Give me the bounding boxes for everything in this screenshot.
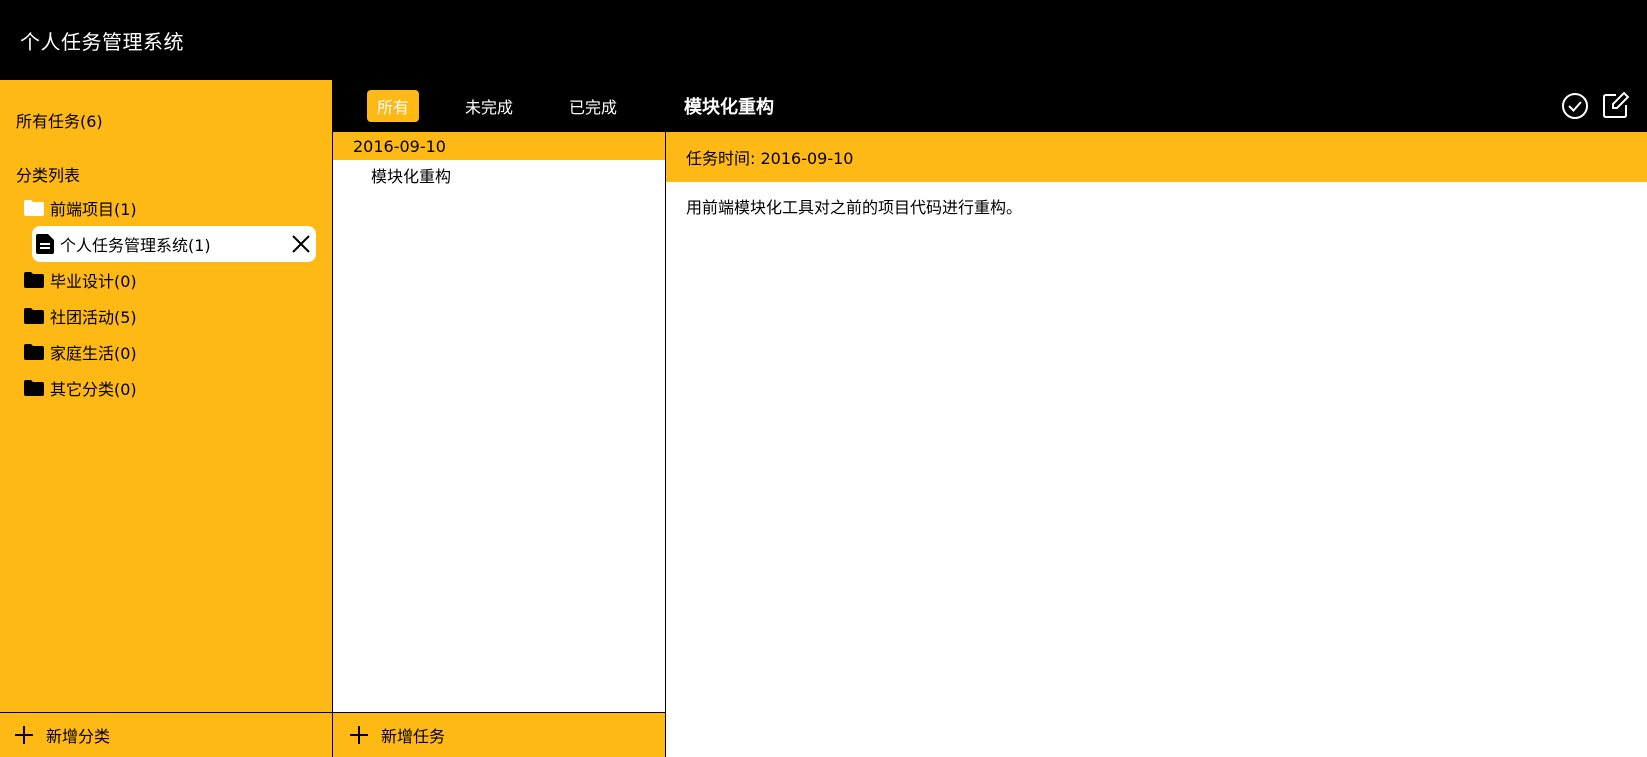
category-heading: 分类列表 <box>16 166 81 185</box>
detail-actions <box>1549 92 1629 120</box>
add-task-button[interactable]: 新增任务 <box>333 712 665 757</box>
category-item-family[interactable]: 家庭生活(0) <box>0 334 332 370</box>
filter-tab-completed[interactable]: 已完成 <box>559 90 627 122</box>
category-item-graduation[interactable]: 毕业设计(0) <box>0 262 332 298</box>
add-category-label: 新增分类 <box>46 727 111 746</box>
edit-icon[interactable] <box>1601 92 1629 120</box>
folder-icon <box>24 344 44 360</box>
category-item-frontend[interactable]: 前端项目(1) <box>0 190 332 226</box>
add-category-button[interactable]: 新增分类 <box>0 712 332 757</box>
filter-bar: 所有 未完成 已完成 <box>333 80 665 132</box>
category-sidebar: 所有任务(6) 分类列表 前端项目(1) 个人任务管理系统(1) 毕业设计(0)… <box>0 80 333 757</box>
close-icon[interactable] <box>290 233 312 255</box>
category-label: 家庭生活(0) <box>50 344 137 363</box>
task-list-panel: 所有 未完成 已完成 2016-09-10 模块化重构 新增任务 <box>333 80 666 757</box>
category-item-club[interactable]: 社团活动(5) <box>0 298 332 334</box>
task-detail-panel: 模块化重构 任务时间: 2016-09-10 用前端模块化工具对之前的项目代码进… <box>666 80 1647 757</box>
folder-icon <box>24 380 44 396</box>
add-task-label: 新增任务 <box>381 727 446 746</box>
filter-tab-incomplete[interactable]: 未完成 <box>455 90 523 122</box>
filter-tab-all[interactable]: 所有 <box>367 90 420 122</box>
category-list: 前端项目(1) 个人任务管理系统(1) 毕业设计(0) 社团活动(5) 家庭生活… <box>0 190 332 406</box>
check-circle-icon[interactable] <box>1561 92 1589 120</box>
category-item-other[interactable]: 其它分类(0) <box>0 370 332 406</box>
task-date-group: 2016-09-10 <box>333 132 665 160</box>
category-label: 其它分类(0) <box>50 380 137 399</box>
app-title: 个人任务管理系统 <box>20 29 184 54</box>
task-item[interactable]: 模块化重构 <box>333 160 665 190</box>
task-title: 模块化重构 <box>684 97 774 118</box>
folder-icon <box>24 272 44 288</box>
document-icon <box>36 234 54 254</box>
category-label: 毕业设计(0) <box>50 272 137 291</box>
subcategory-label: 个人任务管理系统(1) <box>60 236 211 255</box>
task-description: 用前端模块化工具对之前的项目代码进行重构。 <box>686 198 1023 217</box>
plus-icon <box>350 726 368 744</box>
app-header: 个人任务管理系统 <box>0 0 1647 80</box>
folder-icon <box>24 308 44 324</box>
detail-header: 模块化重构 <box>666 80 1647 132</box>
plus-icon <box>15 726 33 744</box>
category-label: 前端项目(1) <box>50 200 137 219</box>
folder-open-icon <box>24 200 44 216</box>
subcategory-item-selected[interactable]: 个人任务管理系统(1) <box>32 226 316 262</box>
all-tasks-link[interactable]: 所有任务(6) <box>16 108 103 132</box>
category-label: 社团活动(5) <box>50 308 137 327</box>
task-time: 任务时间: 2016-09-10 <box>666 132 1647 182</box>
